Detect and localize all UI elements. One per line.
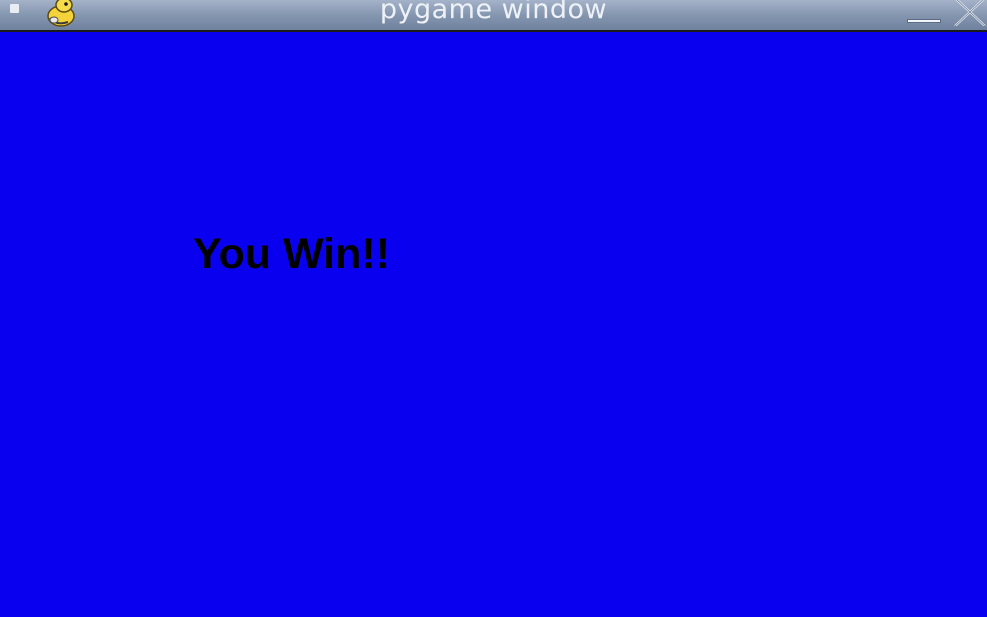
close-icon bbox=[954, 0, 986, 26]
win-message: You Win!! bbox=[193, 230, 391, 278]
pygame-window: pygame window You Win!! bbox=[0, 0, 987, 617]
minimize-button[interactable] bbox=[905, 17, 943, 25]
minimize-icon bbox=[907, 19, 941, 23]
window-titlebar[interactable]: pygame window bbox=[0, 0, 987, 32]
game-canvas[interactable]: You Win!! bbox=[0, 34, 987, 617]
close-button[interactable] bbox=[952, 0, 987, 26]
window-title: pygame window bbox=[379, 0, 608, 25]
